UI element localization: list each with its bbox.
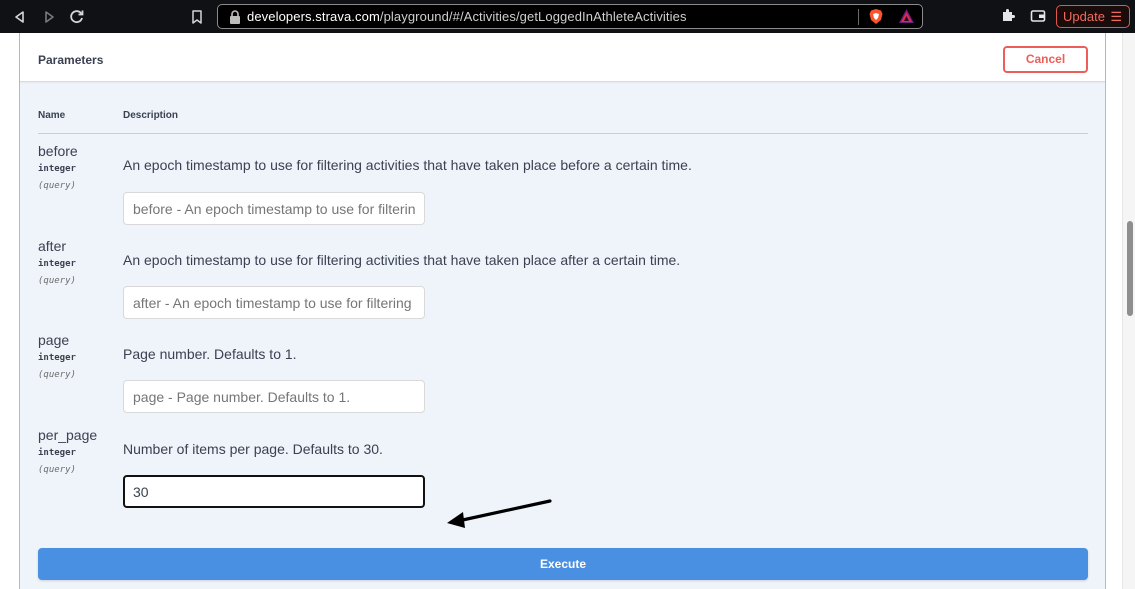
back-icon[interactable] — [8, 5, 32, 29]
panel-title: Parameters — [38, 53, 104, 67]
param-type: integer — [38, 259, 76, 269]
lock-icon — [230, 10, 240, 24]
update-button[interactable]: Update ☰ — [1056, 5, 1130, 28]
table-divider — [38, 133, 1088, 134]
cancel-button[interactable]: Cancel — [1003, 46, 1088, 73]
param-type: integer — [38, 353, 76, 363]
execute-button[interactable]: Execute — [38, 548, 1088, 580]
update-label: Update — [1063, 9, 1105, 24]
param-location: (query) — [38, 181, 76, 191]
param-location: (query) — [38, 276, 76, 286]
column-header-description: Description — [123, 110, 179, 121]
param-name: before — [38, 143, 78, 159]
scrollbar-thumb[interactable] — [1127, 221, 1133, 316]
bookmark-icon[interactable] — [186, 5, 208, 29]
per-page-input[interactable] — [123, 475, 425, 508]
browser-toolbar: developers.strava.com/playground/#/Activ… — [0, 0, 1135, 33]
menu-icon: ☰ — [1110, 9, 1122, 24]
wallet-icon[interactable] — [1030, 8, 1046, 24]
param-description: Page number. Defaults to 1. — [123, 346, 297, 362]
annotation-arrow-icon — [447, 499, 552, 528]
column-header-name: Name — [38, 110, 66, 121]
param-location: (query) — [38, 465, 76, 475]
param-description: An epoch timestamp to use for filtering … — [123, 252, 681, 268]
page-scrollbar[interactable] — [1122, 33, 1135, 589]
brave-rewards-icon[interactable] — [898, 8, 915, 25]
param-name: per_page — [38, 427, 98, 443]
param-description: An epoch timestamp to use for filtering … — [123, 157, 692, 173]
param-description: Number of items per page. Defaults to 30… — [123, 441, 383, 457]
url-text: developers.strava.com/playground/#/Activ… — [247, 9, 687, 24]
url-divider — [858, 9, 859, 25]
address-bar[interactable]: developers.strava.com/playground/#/Activ… — [217, 4, 923, 29]
forward-icon[interactable] — [37, 5, 61, 29]
brave-shields-icon[interactable] — [868, 8, 884, 25]
extensions-icon[interactable] — [998, 6, 1018, 26]
url-path: /playground/#/Activities/getLoggedInAthl… — [379, 9, 687, 24]
param-type: integer — [38, 164, 76, 174]
before-input[interactable] — [123, 192, 425, 225]
param-type: integer — [38, 448, 76, 458]
parameters-panel: Parameters Cancel Name Description befor… — [19, 33, 1106, 589]
page-content: Parameters Cancel Name Description befor… — [0, 33, 1135, 589]
param-name: after — [38, 238, 67, 254]
after-input[interactable] — [123, 286, 425, 319]
param-name: page — [38, 332, 70, 348]
panel-header: Parameters Cancel — [20, 33, 1105, 82]
page-input[interactable] — [123, 380, 425, 413]
param-location: (query) — [38, 370, 76, 380]
url-host: developers.strava.com — [247, 9, 380, 24]
reload-icon[interactable] — [65, 5, 89, 29]
